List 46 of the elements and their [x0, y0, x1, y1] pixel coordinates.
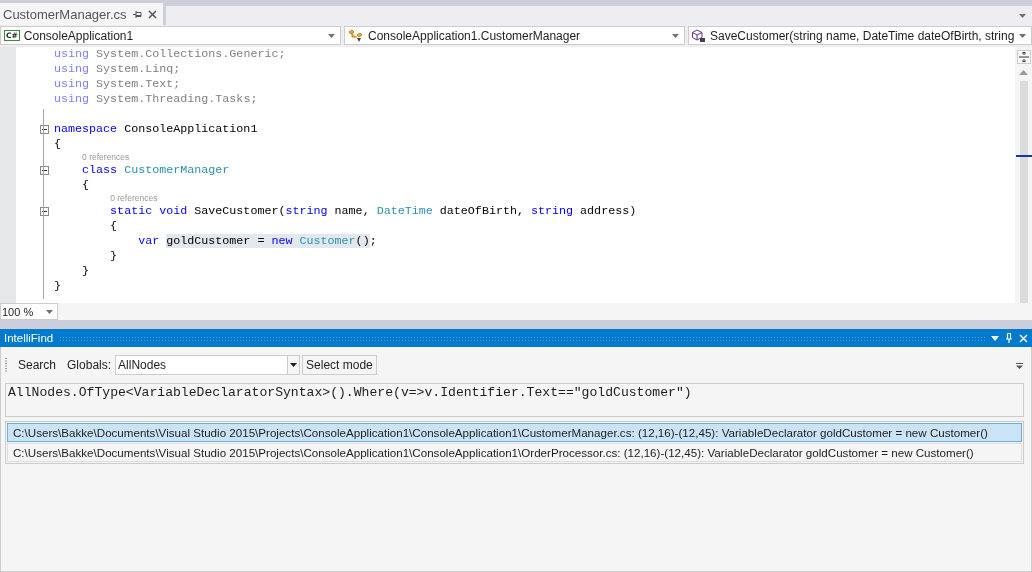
scroll-up-arrow-icon[interactable] [1019, 70, 1028, 75]
code-line: { [81, 178, 90, 193]
scrollbar-thumb[interactable] [1019, 81, 1028, 303]
tab-list-caret-icon[interactable] [1019, 13, 1026, 18]
caret-icon [328, 33, 335, 38]
code-line: namespace ConsoleApplication1 [54, 122, 258, 137]
tab-title: CustomerManager.cs [3, 6, 127, 22]
code-line: var goldCustomer = new Customer(); [137, 234, 377, 249]
search-button[interactable]: Search [15, 356, 60, 374]
navigation-dropdown[interactable]: SaveCustomer(string name, DateTime dateOfBirth, string [688, 26, 1032, 45]
query-input-field[interactable]: AllNodes.OfType<VariableDeclaratorSyntax>().Where(v=>v.Identifier.Text=="goldCustomer") [5, 383, 1024, 417]
code-line: { [109, 219, 118, 234]
tool-window-title: IntelliFind [4, 332, 54, 344]
collapse-icon[interactable] [40, 207, 49, 216]
result-item[interactable]: C:\Users\Bakke\Documents\Visual Studio 2015\Projects\ConsoleApplication1\ConsoleApplication1\OrderProcessor.cs: (12,16)-(12,45): VariableDeclarator goldCustomer = new Customer() [7, 443, 1022, 462]
pin-icon[interactable] [132, 9, 142, 19]
class-icon [348, 28, 364, 43]
split-window-icon[interactable] [1016, 50, 1031, 64]
code-line: } [109, 249, 118, 264]
code-line: static void SaveCustomer(string name, DateTime dateOfBirth, string address) [109, 204, 637, 219]
caret-icon [290, 363, 298, 367]
collapse-icon[interactable] [40, 166, 49, 175]
code-line: } [54, 279, 61, 294]
navigation-dropdown[interactable]: ConsoleApplication1.CustomerManager [344, 26, 685, 45]
globals-label: Globals: [67, 358, 112, 372]
close-icon[interactable] [147, 9, 157, 19]
code-line: using System.Collections.Generic; [54, 47, 286, 62]
select-mode-button[interactable]: Select mode [302, 355, 377, 375]
caret-icon [1019, 33, 1026, 38]
code-line: } [81, 264, 90, 279]
result-item[interactable]: C:\Users\Bakke\Documents\Visual Studio 2015\Projects\ConsoleApplication1\ConsoleApplication1\CustomerManager.cs: (12,16)-(12,45): VariableDeclarator goldCustomer = new Customer() [7, 423, 1022, 442]
caret-icon [46, 309, 53, 314]
document-tab[interactable]: CustomerManager.cs [0, 3, 163, 25]
caret-position-marker [1016, 155, 1032, 157]
code-line: class CustomerManager [81, 163, 230, 178]
method-icon [692, 28, 706, 43]
code-line: using System.Text; [54, 77, 181, 92]
globals-combo-box[interactable]: AllNodes [115, 355, 301, 375]
code-line: using System.Linq; [54, 62, 181, 77]
dropdown-menu-icon[interactable] [991, 335, 999, 341]
code-line: using System.Threading.Tasks; [54, 92, 258, 107]
code-line: { [54, 137, 61, 152]
zoom-dropdown[interactable]: 100 % [0, 303, 58, 320]
collapse-icon[interactable] [40, 125, 49, 134]
caret-icon [672, 33, 679, 38]
toolbar-overflow-icon[interactable] [1015, 361, 1024, 369]
